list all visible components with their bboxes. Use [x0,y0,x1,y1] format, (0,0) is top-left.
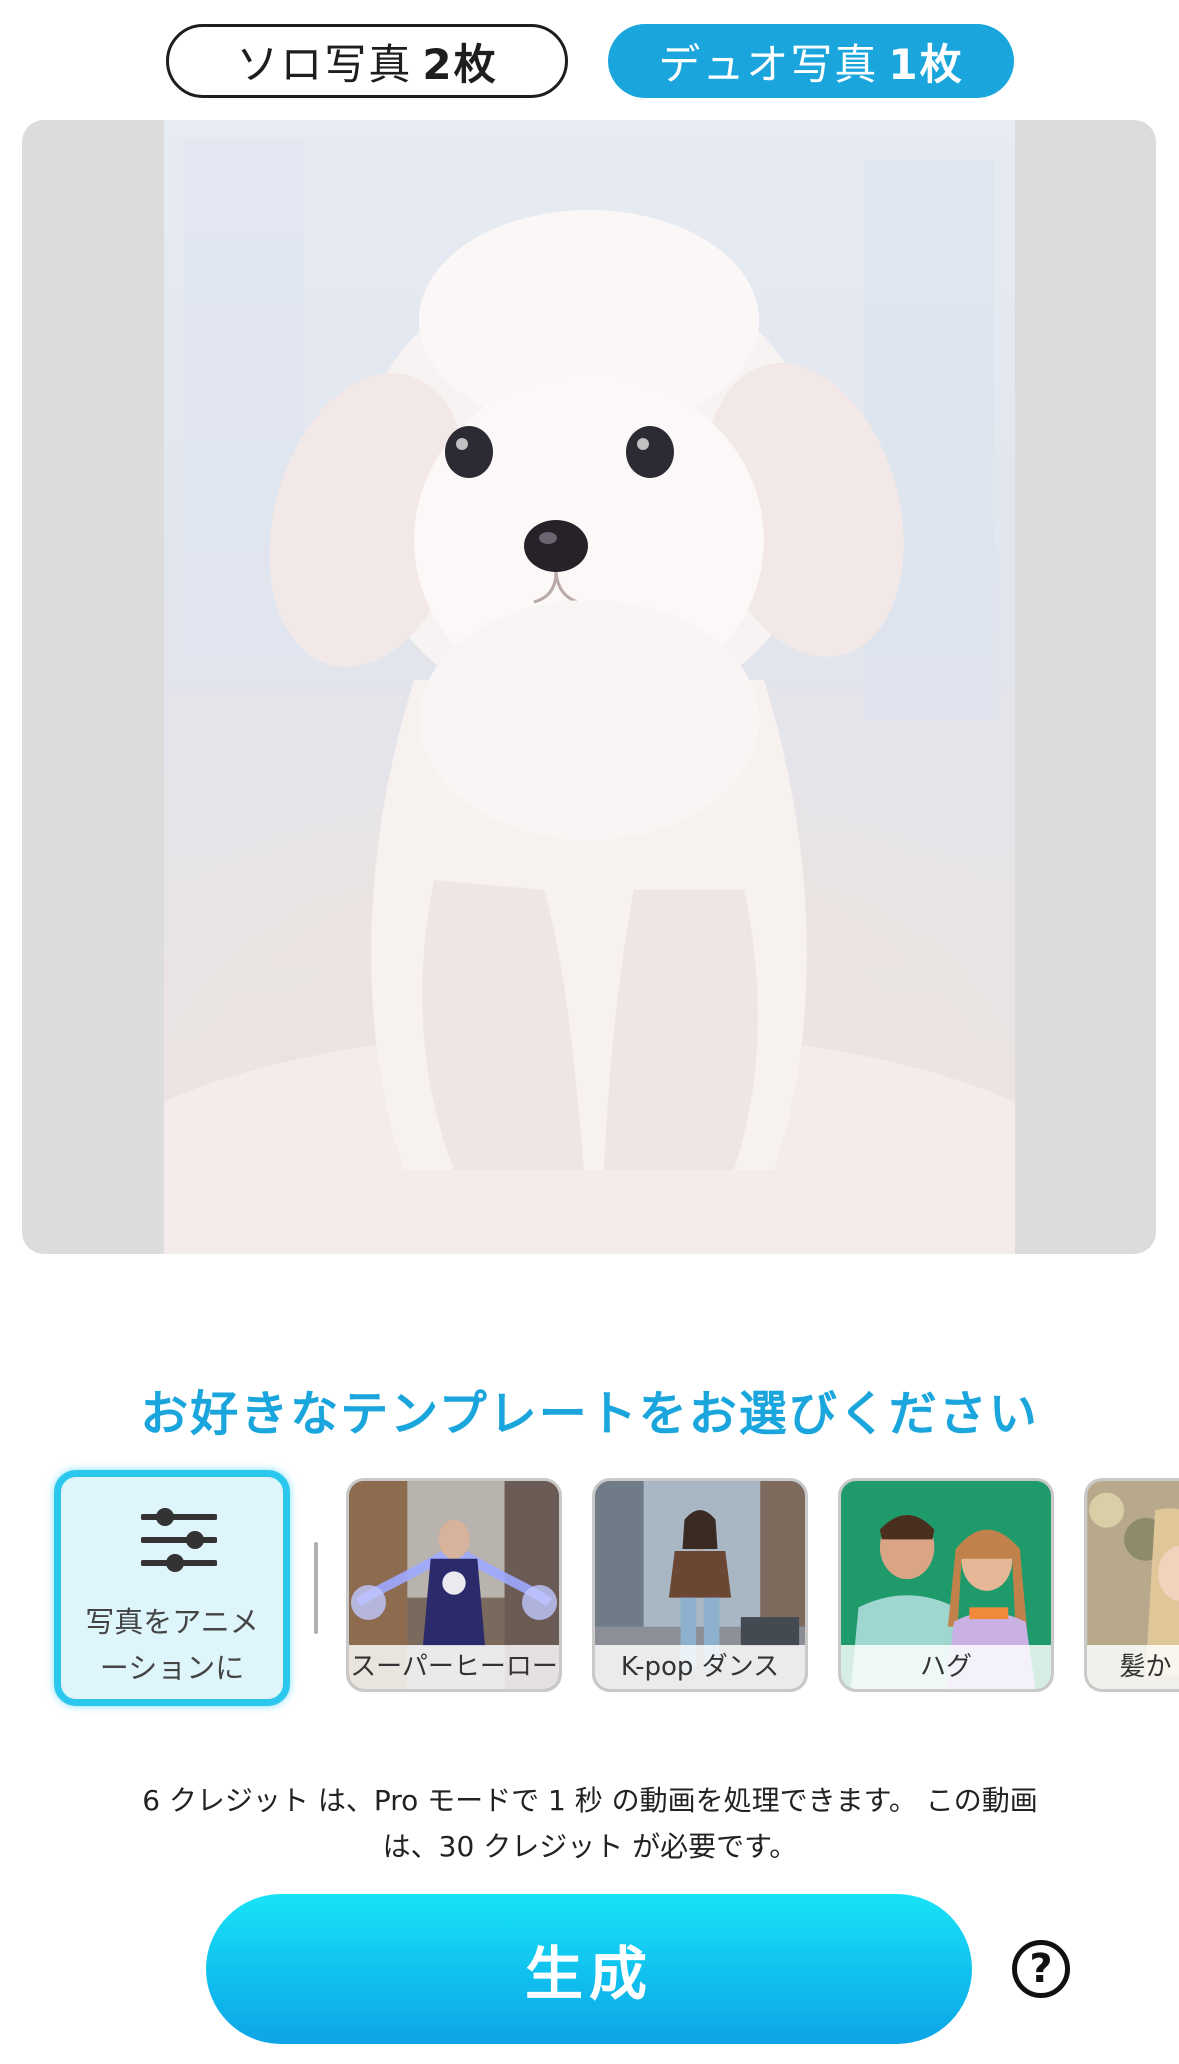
template-strip[interactable]: 写真をアニメ ーションに スーパーヒーロー K-pop ダンス ハグ 髪か [0,1470,1179,1710]
credits-info: 6 クレジット は、Pro モードで 1 秒 の動画を処理できます。 この動画 … [110,1778,1070,1870]
template-label: K-pop ダンス [595,1645,805,1689]
divider [314,1542,318,1634]
credits-line2: は、30 クレジット が必要です。 [382,1830,798,1863]
tab-duo-count: 1枚 [888,39,964,89]
template-card-kpop-dance[interactable]: K-pop ダンス [592,1478,808,1692]
tab-solo-photo[interactable]: ソロ写真 2枚 [166,24,568,98]
template-card-superhero[interactable]: スーパーヒーロー [346,1478,562,1692]
tab-solo-count: 2枚 [422,39,498,89]
sliders-icon [140,1507,218,1577]
generate-button[interactable]: 生成 [206,1894,972,2044]
template-label: ハグ [841,1645,1051,1689]
template-heading: お好きなテンプレートをお選びください [140,1386,1039,1442]
tab-solo-label: ソロ写真 [236,39,413,89]
animate-label-line2: ーションに [99,1651,245,1685]
dog-illustration [164,140,1015,1254]
animate-photo-card[interactable]: 写真をアニメ ーションに [54,1470,290,1706]
animate-card-label: 写真をアニメ ーションに [61,1599,283,1691]
tab-duo-label: デュオ写真 [658,39,879,89]
tab-duo-photo[interactable]: デュオ写真 1枚 [608,24,1014,98]
credits-line1: 6 クレジット は、Pro モードで 1 秒 の動画を処理できます。 この動画 [142,1784,1038,1817]
template-card-hair[interactable]: 髪か [1084,1478,1179,1692]
photo-frame [22,120,1156,1254]
template-label: 髪か [1087,1645,1179,1689]
template-card-hug[interactable]: ハグ [838,1478,1054,1692]
uploaded-photo[interactable] [164,120,1015,1254]
animate-label-line1: 写真をアニメ [85,1605,259,1639]
template-label: スーパーヒーロー [349,1645,559,1689]
mode-tabs: ソロ写真 2枚 デュオ写真 1枚 [0,24,1179,98]
help-icon[interactable]: ? [1012,1940,1070,1998]
